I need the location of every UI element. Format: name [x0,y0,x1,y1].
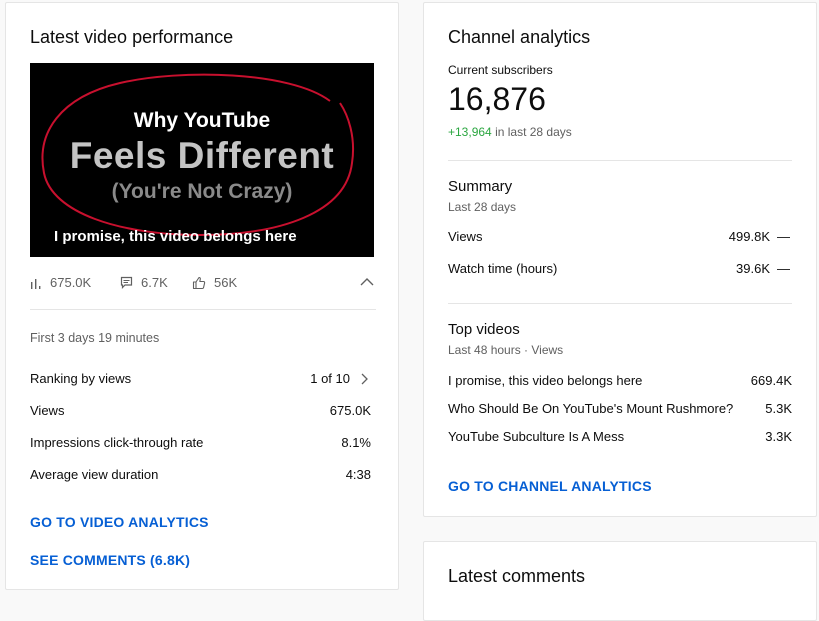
video-stats-row: 675.0K 6.7K 56K [30,273,376,293]
summary-views-label: Views [448,229,483,244]
stat-comments-value: 6.7K [141,275,168,290]
divider [30,309,376,310]
thumbnail-text-line2: Feels Different [69,135,335,176]
top-video-1-views: 669.4K [750,373,792,388]
stat-likes: 56K [192,275,237,290]
top-video-3-views: 3.3K [765,429,792,444]
stat-views-value: 675.0K [50,275,92,290]
thumbnail-caption: I promise, this video belongs here [54,228,297,245]
summary-views-value: 499.8K [728,229,770,244]
go-to-channel-analytics-link[interactable]: GO TO CHANNEL ANALYTICS [448,478,652,494]
row-views-label: Views [30,403,65,418]
chevron-up-icon[interactable] [360,277,374,286]
chevron-right-icon[interactable] [360,373,368,385]
summary-watch-value: 39.6K [736,261,770,276]
latest-video-card: Latest video performance Why YouTube Fee… [5,2,399,590]
comment-icon [120,276,133,289]
stat-likes-value: 56K [214,275,238,290]
summary-views-trend: — [777,229,790,244]
top-video-2-title[interactable]: Who Should Be On YouTube's Mount Rushmor… [448,401,733,416]
row-ranking-label: Ranking by views [30,371,132,386]
go-to-video-analytics-link[interactable]: GO TO VIDEO ANALYTICS [30,514,209,530]
thumbnail-text-line3: (You're Not Crazy) [111,180,293,203]
row-ctr-value: 8.1% [341,435,371,450]
subscribers-delta: +13,964 in last 28 days [448,125,572,139]
video-period: First 3 days 19 minutes [30,331,160,345]
top-video-3-title[interactable]: YouTube Subculture Is A Mess [448,429,624,444]
top-videos-title: Top videos [448,321,520,338]
subscribers-label: Current subscribers [448,63,553,77]
row-views-value: 675.0K [329,403,371,418]
subscribers-delta-value: +13,964 [448,125,492,139]
top-video-2-views: 5.3K [765,401,792,416]
top-videos-subtitle: Last 48 hours · Views [448,343,564,357]
divider [448,160,792,161]
see-comments-link[interactable]: SEE COMMENTS (6.8K) [30,552,190,568]
row-avd-label: Average view duration [30,467,159,482]
thumbnail-text-line1: Why YouTube [133,109,271,132]
summary-title: Summary [448,178,513,195]
card-title: Channel analytics [448,27,591,47]
divider [448,303,792,304]
top-video-1-title[interactable]: I promise, this video belongs here [448,373,642,388]
latest-comments-card: Latest comments [423,541,817,621]
card-title: Latest video performance [30,27,234,47]
row-ctr-label: Impressions click-through rate [30,435,204,450]
bar-chart-icon [31,278,41,289]
row-avd-value: 4:38 [345,467,371,482]
stat-comments: 6.7K [120,275,168,290]
stat-views: 675.0K [30,275,91,290]
summary-watch-label: Watch time (hours) [448,261,558,276]
channel-analytics-card: Channel analytics Current subscribers 16… [423,2,817,517]
card-title: Latest comments [448,566,586,586]
subscribers-delta-suffix: in last 28 days [495,125,572,139]
video-thumbnail[interactable]: Why YouTube Feels Different (You're Not … [30,63,374,257]
row-ranking-value[interactable]: 1 of 10 [310,371,350,386]
summary-watch-trend: — [777,261,790,276]
summary-subtitle: Last 28 days [448,200,517,214]
subscribers-count: 16,876 [448,81,546,117]
thumbs-up-icon [192,276,206,289]
